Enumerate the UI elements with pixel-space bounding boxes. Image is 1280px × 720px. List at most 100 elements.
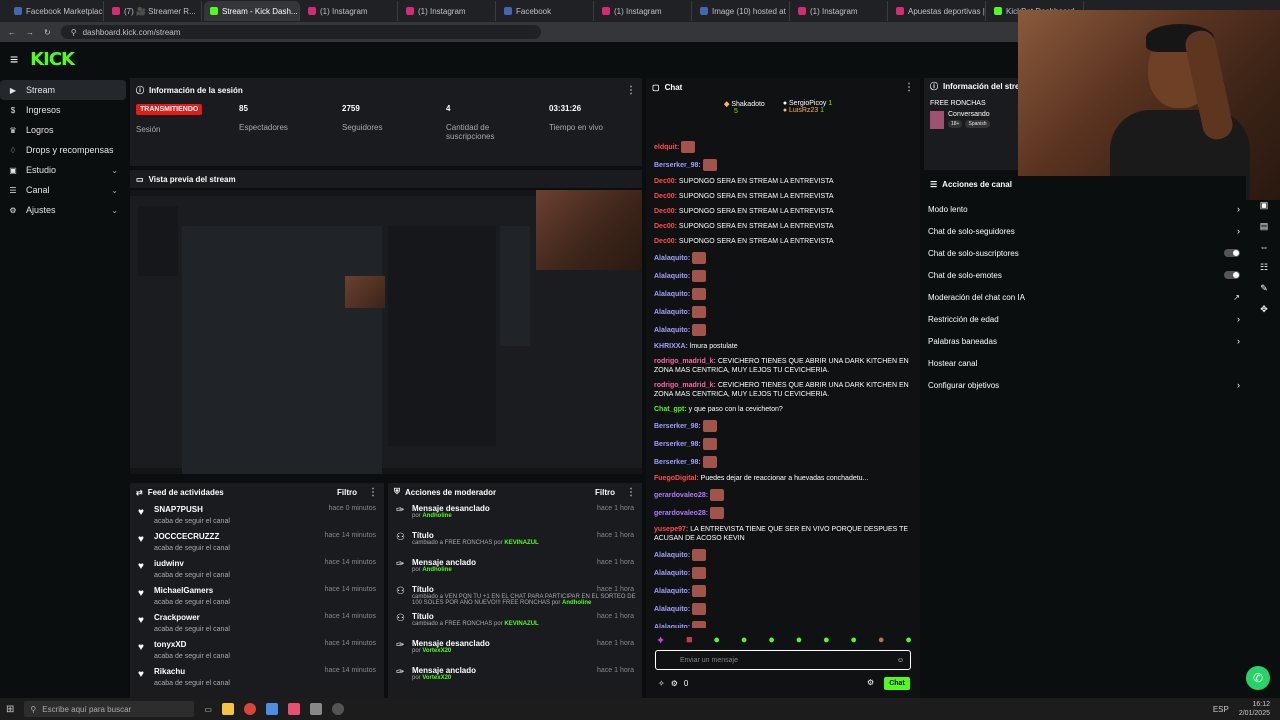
windows-start-icon[interactable]: ⊞ bbox=[6, 704, 14, 715]
sidebar-item-ingresos[interactable]: $ Ingresos bbox=[0, 100, 126, 120]
chat-message[interactable]: Alalaquito: bbox=[652, 267, 914, 285]
chat-username[interactable]: Berserker_98: bbox=[654, 441, 701, 448]
emote-10-icon[interactable]: ● bbox=[905, 634, 912, 646]
app-icon-2[interactable] bbox=[287, 703, 300, 715]
chat-username[interactable]: Alalaquito: bbox=[654, 588, 690, 595]
chat-message[interactable]: rodrigo_madrid_k: CEVICHERO TIENES QUE A… bbox=[652, 378, 914, 402]
chat-message[interactable]: KHRIXXA: lmura postulate bbox=[652, 339, 914, 354]
chat-username[interactable]: Alalaquito: bbox=[654, 309, 690, 316]
rail-square-icon[interactable]: ▣ bbox=[1260, 200, 1269, 211]
mod-action-item[interactable]: ✑ Mensaje anclado por VortexX20 hace 1 hora bbox=[388, 663, 642, 690]
chat-username[interactable]: Berserker_98: bbox=[654, 162, 701, 169]
browser-tab[interactable]: (1) Instagram bbox=[400, 1, 496, 21]
feed-filter-button[interactable]: Filtro bbox=[337, 488, 357, 497]
tag-language[interactable]: Spanish bbox=[965, 120, 990, 128]
chat-message[interactable]: Alalaquito: bbox=[652, 249, 914, 267]
channel-action-chat-de-solo-emotes[interactable]: Chat de solo-emotes bbox=[924, 264, 1246, 286]
settings-app-icon[interactable] bbox=[309, 703, 322, 715]
chat-input[interactable]: Enviar un mensaje ☺ bbox=[655, 650, 911, 670]
channel-action-moderación-del-chat-con-ia[interactable]: Moderación del chat con IA ↗ bbox=[924, 286, 1246, 308]
chat-settings-icon[interactable]: ⚙ bbox=[867, 678, 874, 687]
sidebar-item-canal[interactable]: ☰ Canal ⌄ bbox=[0, 180, 126, 200]
mod-actor[interactable]: VortexX20 bbox=[422, 675, 451, 681]
mod-actor[interactable]: Andholine bbox=[562, 600, 591, 606]
back-icon[interactable]: ← bbox=[8, 28, 16, 37]
mod-more-icon[interactable]: ⋮ bbox=[626, 487, 636, 498]
kick-logo[interactable]: KICK bbox=[30, 49, 75, 70]
rail-drag-icon[interactable]: ✥ bbox=[1260, 304, 1268, 315]
chat-message[interactable]: yusepe97: LA ENTREVISTA TIENE QUE SER EN… bbox=[652, 522, 914, 546]
mod-action-item[interactable]: ✑ Mensaje anclado por Andholine hace 1 hora bbox=[388, 555, 642, 582]
browser-tab[interactable]: Apuestas deportivas | bbox=[890, 1, 986, 21]
chat-message[interactable]: Alalaquito: bbox=[652, 303, 914, 321]
chat-username[interactable]: rodrigo_madrid_k: bbox=[654, 358, 716, 365]
chat-message[interactable]: Chat_gpt: y que paso con la cevicheton? bbox=[652, 402, 914, 417]
chat-message[interactable]: Berserker_98: bbox=[652, 435, 914, 453]
channel-action-modo-lento[interactable]: Modo lento › bbox=[924, 198, 1246, 220]
channel-action-restricción-de-edad[interactable]: Restricción de edad › bbox=[924, 308, 1246, 330]
hamburger-menu-icon[interactable]: ≡ bbox=[10, 51, 18, 67]
emote-7-icon[interactable]: ● bbox=[823, 634, 830, 646]
rail-list-icon[interactable]: ☷ bbox=[1260, 262, 1268, 273]
browser-tab[interactable]: (7) 🎥 Streamer R... bbox=[106, 1, 202, 21]
feed-item[interactable]: ♥ Rikachu acaba de seguir el canal hace 14 … bbox=[130, 663, 384, 690]
chat-username[interactable]: Alalaquito: bbox=[654, 327, 690, 334]
chat-message[interactable]: Berserker_98: bbox=[652, 156, 914, 174]
emote-2-icon[interactable]: ■ bbox=[686, 634, 693, 646]
chat-message[interactable]: Alalaquito: bbox=[652, 618, 914, 628]
channel-action-palabras-baneadas[interactable]: Palabras baneadas › bbox=[924, 330, 1246, 352]
chat-username[interactable]: Alalaquito: bbox=[654, 552, 690, 559]
emote-5-icon[interactable]: ● bbox=[768, 634, 775, 646]
chat-message[interactable]: Alalaquito: bbox=[652, 321, 914, 339]
reload-icon[interactable]: ↻ bbox=[44, 28, 51, 37]
mod-action-item[interactable]: ✑ Mensaje desanclado por VortexX20 hace 1 h… bbox=[388, 636, 642, 663]
feed-item[interactable]: ♥ MichaelGamers acaba de seguir el canal ha… bbox=[130, 582, 384, 609]
chat-message[interactable]: Dec00: SUPONGO SERA EN STREAM LA ENTREVI… bbox=[652, 219, 914, 234]
mod-actor[interactable]: Andholine bbox=[422, 567, 451, 573]
chat-message[interactable]: Alalaquito: bbox=[652, 564, 914, 582]
chat-username[interactable]: gerardovaleo28: bbox=[654, 492, 708, 499]
mod-action-item[interactable]: ⚇ Título cambiado a FREE RONCHAS por KEVIN… bbox=[388, 609, 642, 636]
chat-message[interactable]: Alalaquito: bbox=[652, 582, 914, 600]
emote-6-icon[interactable]: ● bbox=[796, 634, 803, 646]
tag-age[interactable]: 18+ bbox=[948, 120, 963, 128]
emote-3-icon[interactable]: ● bbox=[713, 634, 720, 646]
chat-message[interactable]: Dec00: SUPONGO SERA EN STREAM LA ENTREVI… bbox=[652, 189, 914, 204]
chat-message[interactable]: Dec00: SUPONGO SERA EN STREAM LA ENTREVI… bbox=[652, 204, 914, 219]
feed-item[interactable]: ♥ JOCCCECRUZZZ acaba de seguir el canal hac… bbox=[130, 528, 384, 555]
channel-action-hostear-canal[interactable]: Hostear canal bbox=[924, 352, 1246, 374]
chat-message[interactable]: Alalaquito: bbox=[652, 546, 914, 564]
rail-tool-icon[interactable]: ✎ bbox=[1260, 283, 1268, 294]
sidebar-item-logros[interactable]: ♛ Logros bbox=[0, 120, 126, 140]
chat-message[interactable]: Dec00: SUPONGO SERA EN STREAM LA ENTREVI… bbox=[652, 234, 914, 249]
sidebar-item-ajustes[interactable]: ⚙ Ajustes ⌄ bbox=[0, 200, 126, 220]
mod-actor[interactable]: KEVINAZUL bbox=[504, 540, 538, 546]
chat-message[interactable]: Alalaquito: bbox=[652, 285, 914, 303]
chat-message[interactable]: Berserker_98: bbox=[652, 453, 914, 471]
emote-4-icon[interactable]: ● bbox=[741, 634, 748, 646]
channel-action-chat-de-solo-suscriptores[interactable]: Chat de solo-suscriptores bbox=[924, 242, 1246, 264]
chat-username[interactable]: Dec00: bbox=[654, 238, 677, 245]
chat-username[interactable]: gerardovaleo28: bbox=[654, 510, 708, 517]
mod-action-item[interactable]: ⚇ Título cambiado a VEN PON TU +1 EN EL CH… bbox=[388, 582, 642, 609]
chat-more-icon[interactable]: ⋮ bbox=[904, 82, 914, 93]
emoji-picker-icon[interactable]: ☺ bbox=[897, 657, 904, 664]
browser-tab[interactable]: (1) Instagram bbox=[792, 1, 888, 21]
feed-more-icon[interactable]: ⋮ bbox=[368, 487, 378, 498]
chat-username[interactable]: FuegoDigital: bbox=[654, 475, 699, 482]
mod-actor[interactable]: VortexX20 bbox=[422, 648, 451, 654]
browser-tab[interactable]: (1) Instagram bbox=[302, 1, 398, 21]
mod-actor[interactable]: KEVINAZUL bbox=[504, 621, 538, 627]
chat-message[interactable]: gerardovaleo28: bbox=[652, 486, 914, 504]
chat-message[interactable]: FuegoDigital: Puedes dejar de reaccionar… bbox=[652, 471, 914, 486]
file-explorer-icon[interactable] bbox=[221, 703, 234, 715]
forward-icon[interactable]: → bbox=[26, 28, 34, 37]
mod-action-item[interactable]: ⚇ Título cambiado a FREE RONCHAS por KEVIN… bbox=[388, 528, 642, 555]
gift-icon[interactable]: ✧ bbox=[658, 679, 665, 688]
send-chat-button[interactable]: Chat bbox=[884, 677, 910, 690]
site-info-icon[interactable]: ⚲ bbox=[71, 28, 77, 37]
toggle-switch[interactable] bbox=[1224, 249, 1240, 257]
app-icon-1[interactable] bbox=[265, 703, 278, 715]
rail-chat-icon[interactable]: ▤ bbox=[1260, 221, 1269, 232]
chat-username[interactable]: rodrigo_madrid_k: bbox=[654, 382, 716, 389]
